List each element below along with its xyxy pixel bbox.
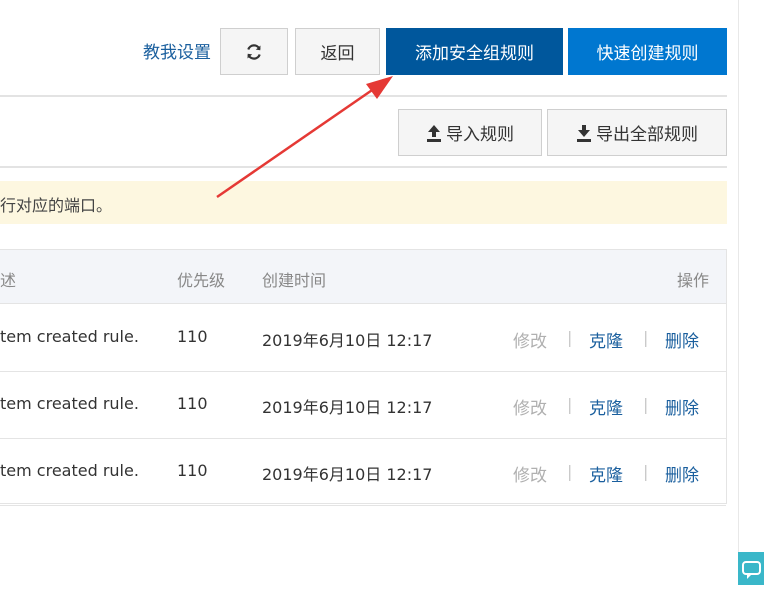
help-link[interactable]: 教我设置 [143, 38, 211, 63]
rule-created-time: 2019年6月10日 12:17 [262, 331, 433, 350]
operation-separator: | [643, 328, 649, 347]
add-rule-label: 添加安全组规则 [415, 44, 534, 64]
rule-priority: 110 [177, 327, 208, 346]
quick-create-label: 快速创建规则 [596, 44, 699, 64]
delete-link[interactable]: 删除 [665, 461, 699, 486]
rule-priority: 110 [177, 394, 208, 413]
operation-separator: | [567, 395, 573, 414]
back-button-label: 返回 [320, 44, 355, 64]
rule-description: tem created rule. [0, 461, 139, 480]
column-header-operations: 操作 [677, 271, 710, 290]
rule-description: tem created rule. [0, 327, 139, 346]
operation-separator: | [643, 462, 649, 481]
notice-bar: 行对应的端口。 [0, 181, 727, 224]
upload-icon [426, 124, 442, 142]
rule-description: tem created rule. [0, 394, 139, 413]
modify-link: 修改 [513, 332, 547, 352]
clone-link[interactable]: 克隆 [589, 327, 623, 352]
operation-separator: | [567, 462, 573, 481]
notice-text: 行对应的端口。 [0, 196, 113, 215]
rule-priority: 110 [177, 461, 208, 480]
column-header-description: 述 [0, 271, 17, 290]
import-label: 导入规则 [446, 125, 514, 145]
delete-link[interactable]: 删除 [665, 394, 699, 419]
modify-link: 修改 [513, 399, 547, 419]
refresh-button[interactable] [220, 28, 288, 75]
refresh-icon [244, 42, 264, 62]
rule-created-time: 2019年6月10日 12:17 [262, 465, 433, 484]
quick-create-rule-button[interactable]: 快速创建规则 [568, 28, 727, 75]
toolbar-divider [0, 95, 727, 97]
export-all-rules-button[interactable]: 导出全部规则 [547, 109, 727, 156]
column-header-priority: 优先级 [177, 271, 226, 290]
delete-link[interactable]: 删除 [665, 327, 699, 352]
clone-link[interactable]: 克隆 [589, 461, 623, 486]
add-security-group-rule-button[interactable]: 添加安全组规则 [386, 28, 563, 75]
operation-separator: | [567, 328, 573, 347]
download-icon [576, 124, 592, 142]
rule-created-time: 2019年6月10日 12:17 [262, 398, 433, 417]
table-header: 述 优先级 创建时间 操作 [0, 250, 726, 304]
rules-table: 述 优先级 创建时间 操作 tem created rule. 110 2019… [0, 249, 727, 506]
table-row: tem created rule. 110 2019年6月10日 12:17 修… [0, 304, 726, 372]
modify-link: 修改 [513, 466, 547, 486]
table-row: tem created rule. 110 2019年6月10日 12:17 修… [0, 371, 726, 439]
section-divider [0, 166, 727, 168]
column-header-created-time: 创建时间 [262, 271, 327, 290]
clone-link[interactable]: 克隆 [589, 394, 623, 419]
page-scrollbar[interactable] [738, 0, 764, 585]
chat-widget-icon[interactable] [738, 552, 764, 585]
operation-separator: | [643, 395, 649, 414]
table-row: tem created rule. 110 2019年6月10日 12:17 修… [0, 438, 726, 506]
import-rules-button[interactable]: 导入规则 [398, 109, 542, 156]
back-button[interactable]: 返回 [295, 28, 380, 75]
export-label: 导出全部规则 [596, 125, 698, 145]
